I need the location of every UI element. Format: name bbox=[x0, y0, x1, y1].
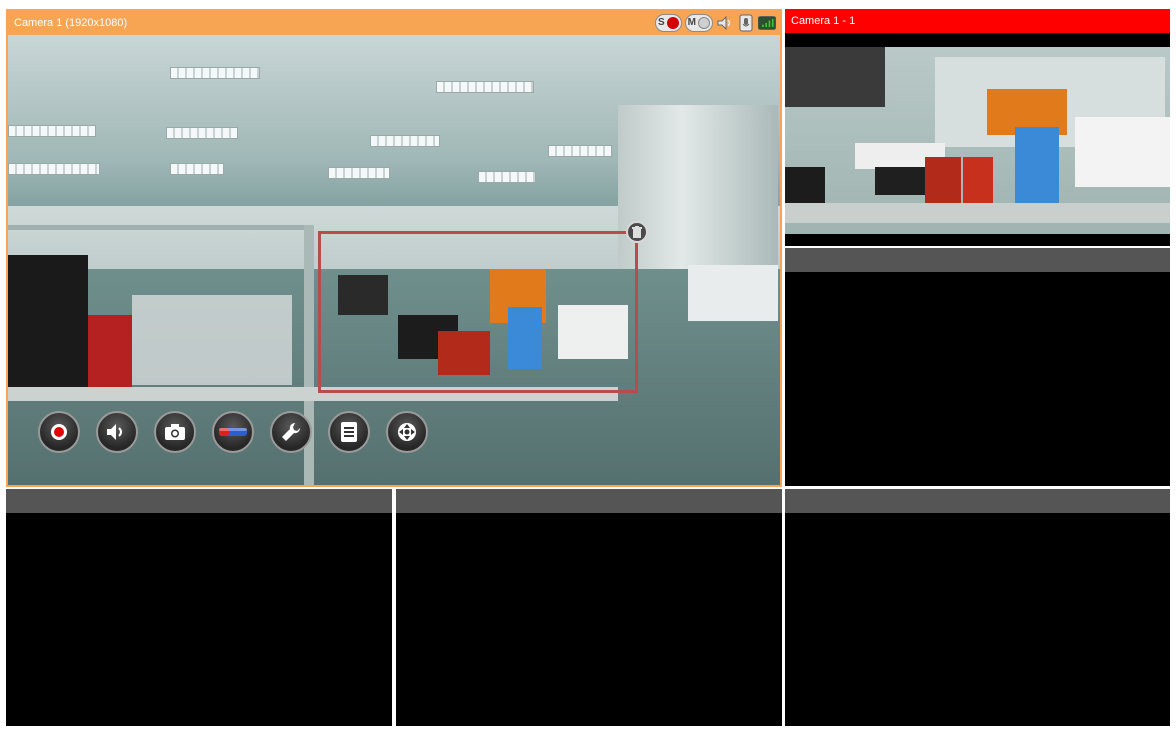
camera-pane-roi[interactable]: Camera 1 - 1 bbox=[785, 9, 1170, 246]
camera-pane-header bbox=[785, 248, 1170, 272]
camera-pane-header bbox=[785, 489, 1170, 513]
record-icon[interactable] bbox=[38, 411, 80, 453]
video-feed-empty[interactable] bbox=[6, 513, 392, 726]
roi-selection-box[interactable] bbox=[318, 231, 638, 393]
camera-pane-header: Camera 1 - 1 bbox=[785, 9, 1170, 33]
delete-roi-icon[interactable] bbox=[626, 221, 648, 243]
ptz-icon[interactable] bbox=[386, 411, 428, 453]
camera-title: Camera 1 (1920x1080) bbox=[14, 17, 128, 29]
camera-pane-header bbox=[6, 489, 392, 513]
speaker-icon[interactable] bbox=[716, 14, 734, 32]
camera-pane-empty[interactable] bbox=[785, 489, 1170, 726]
snapshot-icon[interactable] bbox=[154, 411, 196, 453]
signal-strength-icon[interactable] bbox=[758, 14, 776, 32]
camera-pane-empty[interactable] bbox=[6, 489, 392, 726]
motion-status-icon[interactable]: M bbox=[684, 14, 713, 32]
settings-wrench-icon[interactable] bbox=[270, 411, 312, 453]
video-feed[interactable] bbox=[8, 35, 780, 485]
microphone-icon[interactable] bbox=[737, 14, 755, 32]
video-feed-empty[interactable] bbox=[785, 513, 1170, 726]
digital-zoom-icon[interactable] bbox=[212, 411, 254, 453]
video-feed-empty[interactable] bbox=[785, 272, 1170, 486]
audio-icon[interactable] bbox=[96, 411, 138, 453]
video-frame bbox=[785, 47, 1170, 234]
video-feed[interactable] bbox=[785, 33, 1170, 246]
info-list-icon[interactable] bbox=[328, 411, 370, 453]
record-status-icon[interactable]: S bbox=[654, 14, 682, 32]
camera-pane-header bbox=[396, 489, 782, 513]
camera-title: Camera 1 - 1 bbox=[791, 15, 856, 27]
camera-pane-empty[interactable] bbox=[785, 248, 1170, 486]
camera-pane-empty[interactable] bbox=[396, 489, 782, 726]
status-icons: S M bbox=[654, 13, 776, 33]
camera-pane-main[interactable]: Camera 1 (1920x1080) S M bbox=[6, 9, 782, 487]
camera-control-toolbar bbox=[38, 411, 428, 453]
camera-pane-header: Camera 1 (1920x1080) S M bbox=[8, 11, 780, 35]
video-feed-empty[interactable] bbox=[396, 513, 782, 726]
